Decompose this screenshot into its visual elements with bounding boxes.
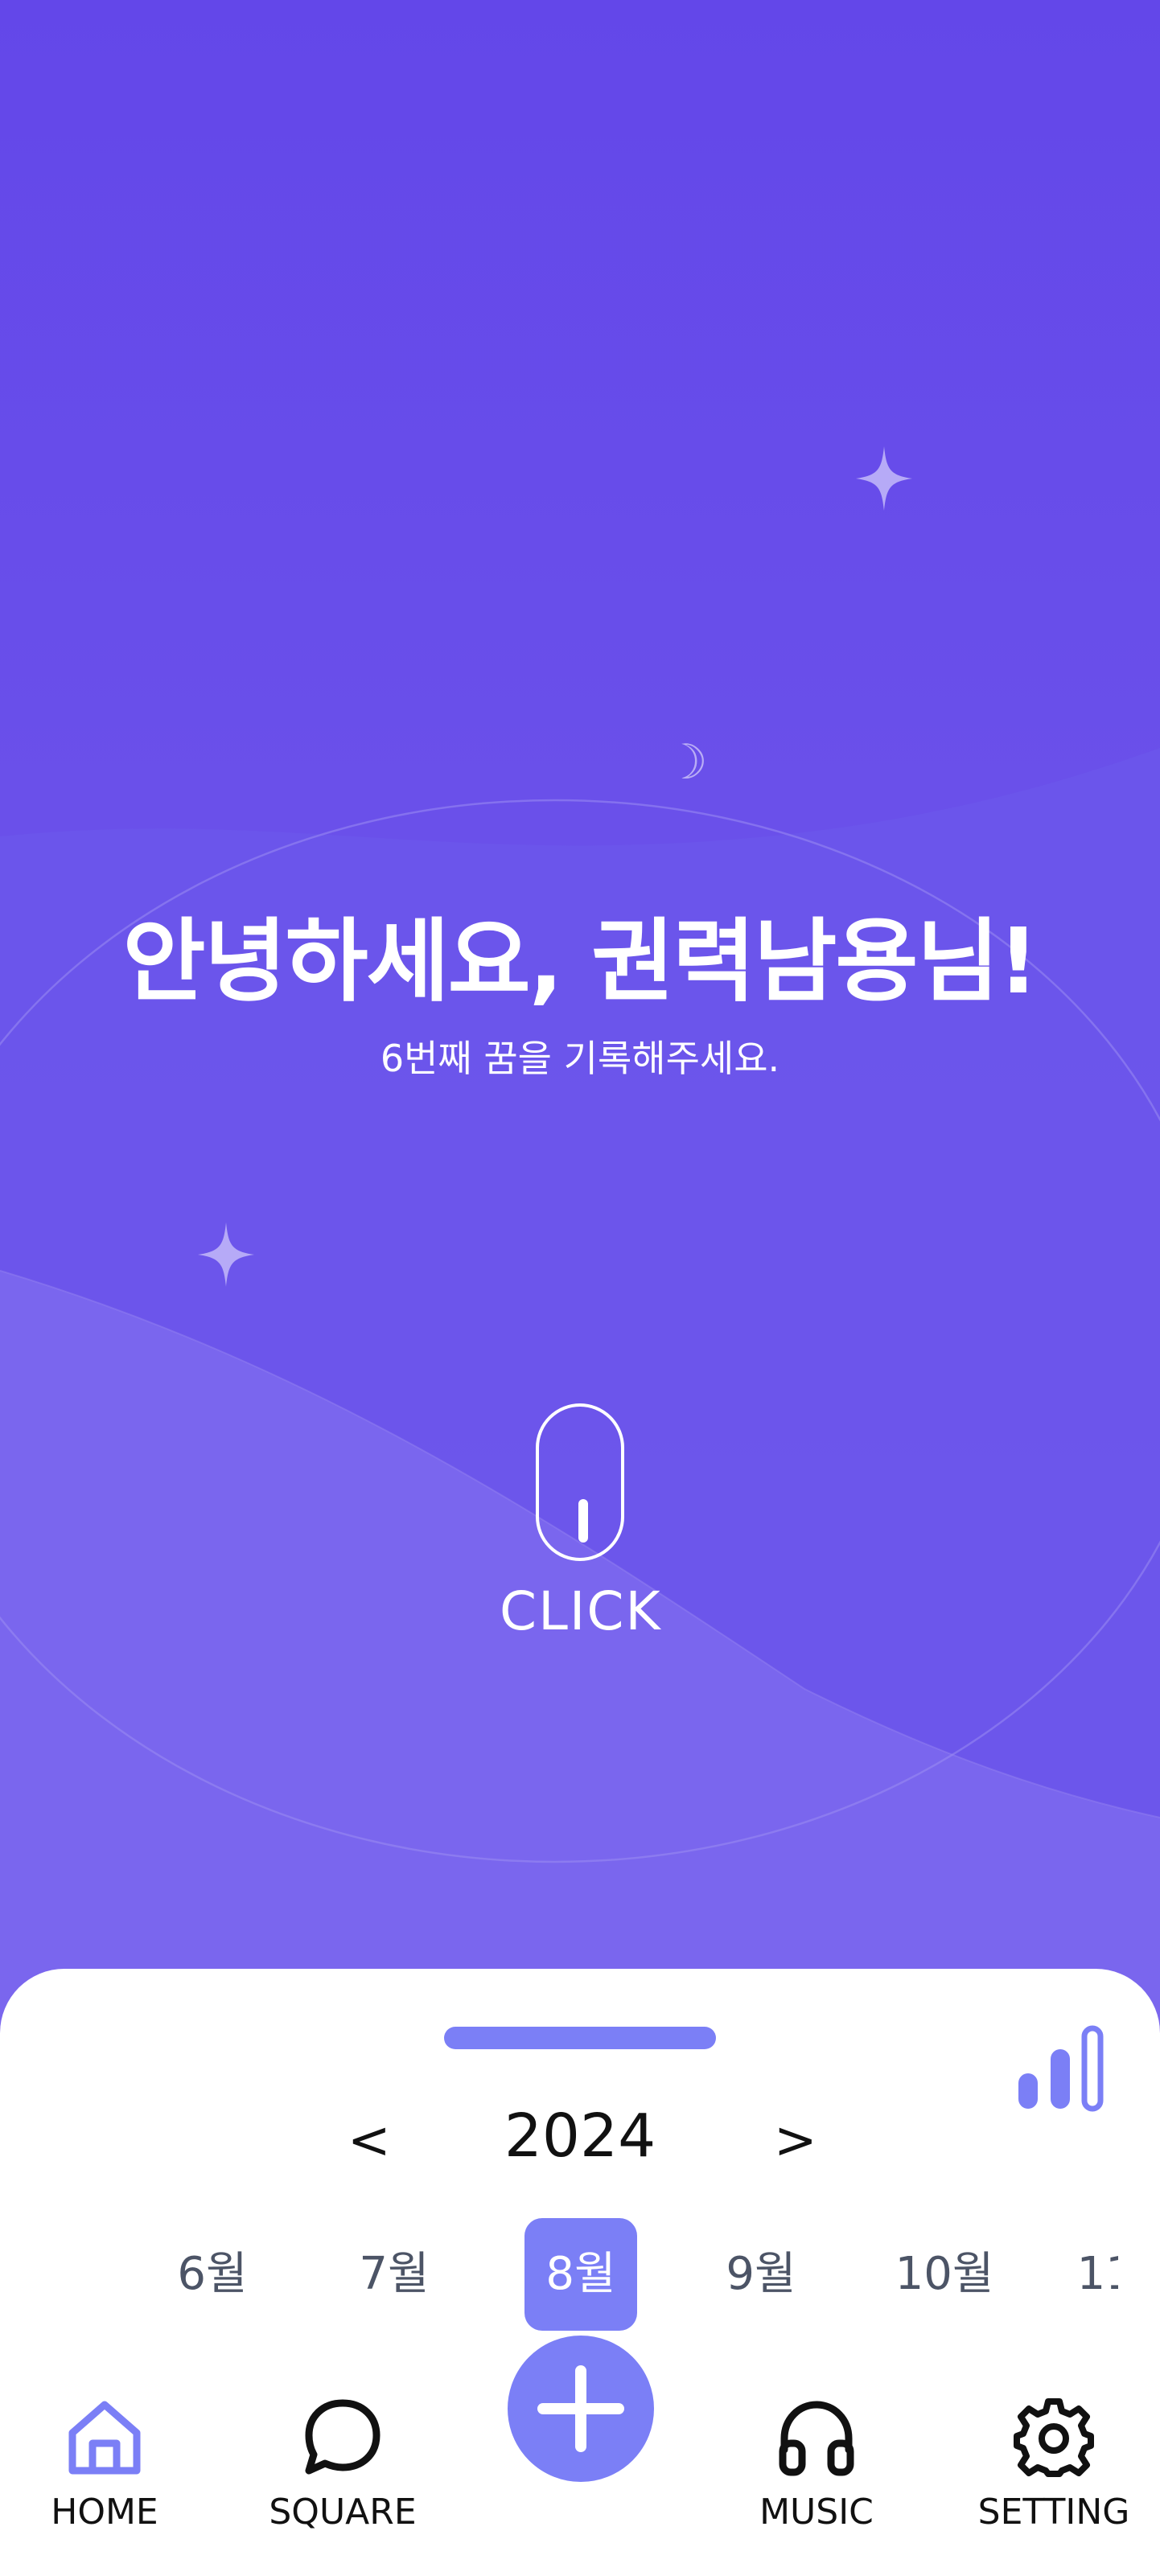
nav-music[interactable]: MUSIC (728, 2397, 905, 2541)
month-item[interactable]: 9월 (705, 2218, 817, 2331)
home-icon (68, 2401, 141, 2475)
nav-home[interactable]: HOME (16, 2397, 193, 2541)
mouse-icon (536, 1403, 624, 1561)
nav-music-label: MUSIC (759, 2492, 874, 2533)
greeting-subtitle: 6번째 꿈을 기록해주세요. (380, 1037, 780, 1080)
gear-icon (1014, 2398, 1094, 2477)
greeting-title: 안녕하세요, 권력남용님! (122, 910, 1039, 1014)
nav-square-label: SQUARE (269, 2492, 417, 2533)
month-item[interactable]: 6월 (156, 2218, 269, 2331)
hero-section: ☽ 안녕하세요, 권력남용님! 6번째 꿈을 기록해주세요. CLICK (0, 0, 1160, 2027)
year-label: 2024 (504, 2101, 656, 2171)
nav-setting-label: SETTING (977, 2492, 1130, 2533)
nav-setting[interactable]: SETTING (965, 2397, 1142, 2541)
sparkle-icon (198, 1222, 254, 1287)
month-item[interactable]: 10월 (888, 2218, 1001, 2331)
prev-year-button[interactable]: < (348, 2111, 391, 2171)
click-label: CLICK (500, 1580, 662, 1642)
moon-icon: ☽ (664, 734, 708, 791)
month-item[interactable]: 7월 (338, 2218, 450, 2331)
sparkle-icon (856, 446, 912, 511)
nav-home-label: HOME (51, 2492, 158, 2533)
headphones-icon (779, 2401, 854, 2476)
sheet-drag-handle[interactable] (444, 2027, 716, 2049)
year-selector: < 2024 > (0, 2093, 1160, 2190)
chat-bubble-icon (305, 2399, 380, 2475)
click-dream-button[interactable]: CLICK (500, 1403, 660, 1645)
month-item[interactable]: 11월 (1070, 2218, 1118, 2331)
month-item-selected[interactable]: 8월 (524, 2218, 637, 2331)
add-dream-button[interactable] (503, 2331, 659, 2487)
month-scroller[interactable]: 5월 6월 7월 8월 9월 10월 11월 (48, 2218, 1118, 2331)
next-year-button[interactable]: > (774, 2111, 817, 2171)
nav-square[interactable]: SQUARE (254, 2397, 431, 2541)
